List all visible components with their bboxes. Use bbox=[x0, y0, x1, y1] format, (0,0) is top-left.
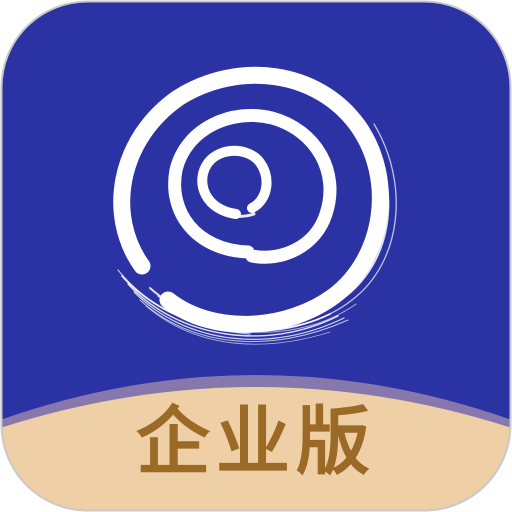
app-icon[interactable]: 企业版 bbox=[0, 0, 512, 512]
edition-label: 企业版 bbox=[136, 399, 376, 485]
